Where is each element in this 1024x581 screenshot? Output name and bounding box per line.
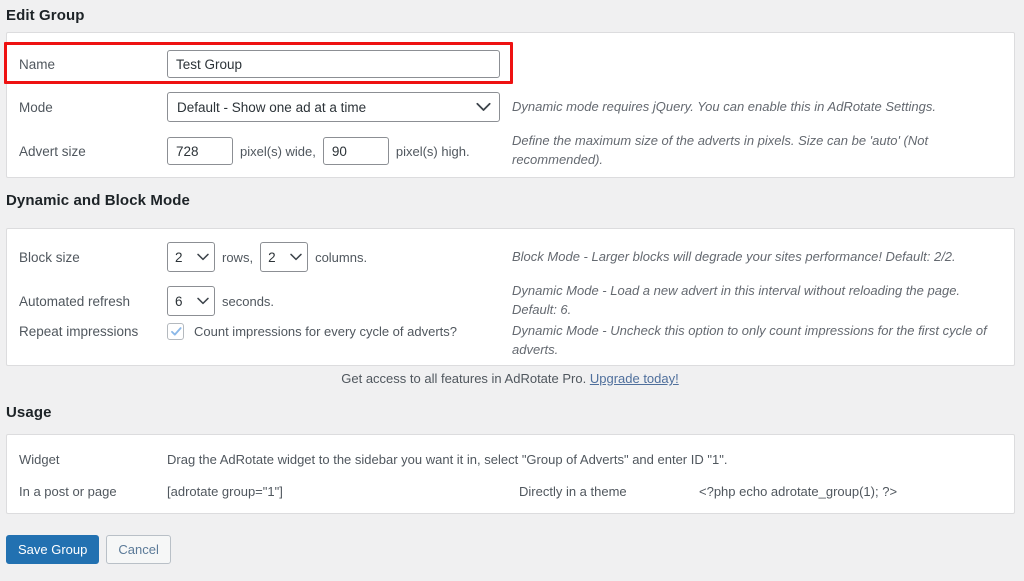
repeat-impressions-checkbox[interactable] xyxy=(167,323,184,340)
block-rows-unit-label: rows, xyxy=(222,249,254,265)
page-title: Edit Group xyxy=(6,7,85,24)
automated-refresh-row: Automated refresh 6 seconds. Dynamic Mod… xyxy=(7,281,1014,321)
general-settings-panel: Name Mode Default - Show one ad at a tim… xyxy=(6,32,1015,178)
dynamic-block-mode-panel: Block size 2 rows, 2 columns. Block Mode… xyxy=(6,228,1015,366)
automated-refresh-select[interactable]: 6 xyxy=(167,286,215,316)
save-group-button[interactable]: Save Group xyxy=(6,535,100,564)
automated-refresh-field-wrap: 6 seconds. xyxy=(167,286,512,316)
name-label: Name xyxy=(19,56,56,72)
usage-widget-row: Widget Drag the AdRotate widget to the s… xyxy=(7,446,1014,472)
automated-refresh-unit-label: seconds. xyxy=(222,293,275,309)
advert-size-description: Define the maximum size of the adverts i… xyxy=(512,133,929,167)
mode-label: Mode xyxy=(19,99,53,115)
advert-height-unit-label: pixel(s) high. xyxy=(395,143,470,159)
dynamic-block-mode-heading: Dynamic and Block Mode xyxy=(6,192,190,209)
advert-height-input[interactable] xyxy=(322,137,389,165)
block-size-description: Block Mode - Larger blocks will degrade … xyxy=(512,248,956,264)
upgrade-notice-text: Get access to all features in AdRotate P… xyxy=(341,371,587,386)
repeat-impressions-label: Repeat impressions xyxy=(19,324,139,339)
automated-refresh-description: Dynamic Mode - Load a new advert in this… xyxy=(512,283,961,317)
advert-size-field-wrap: pixel(s) wide, pixel(s) high. xyxy=(167,137,512,165)
automated-refresh-select-wrap: 6 xyxy=(167,286,215,316)
usage-shortcode-row: In a post or page [adrotate group="1"] D… xyxy=(7,478,1014,504)
block-size-label: Block size xyxy=(19,249,80,265)
advert-width-input[interactable] xyxy=(167,137,233,165)
name-row: Name xyxy=(7,44,1014,84)
advert-size-row: Advert size pixel(s) wide, pixel(s) high… xyxy=(7,131,1014,171)
usage-post-or-page-label: In a post or page xyxy=(19,483,117,499)
block-columns-unit-label: columns. xyxy=(315,249,368,265)
mode-description: Dynamic mode requires jQuery. You can en… xyxy=(512,98,936,114)
checkmark-icon xyxy=(171,327,182,336)
block-columns-select[interactable]: 2 xyxy=(260,242,309,272)
repeat-impressions-field-wrap: Count impressions for every cycle of adv… xyxy=(167,321,512,340)
repeat-impressions-checkbox-row[interactable]: Count impressions for every cycle of adv… xyxy=(167,323,457,340)
mode-row: Mode Default - Show one ad at a time Dyn… xyxy=(7,87,1014,127)
usage-theme-value: <?php echo adrotate_group(1); ?> xyxy=(699,483,898,499)
repeat-impressions-description: Dynamic Mode - Uncheck this option to on… xyxy=(512,323,987,357)
mode-select-wrap: Default - Show one ad at a time xyxy=(167,92,500,122)
block-rows-select[interactable]: 2 xyxy=(167,242,215,272)
name-field-wrap xyxy=(167,50,512,78)
upgrade-notice: Get access to all features in AdRotate P… xyxy=(0,371,1020,386)
adrotate-edit-group-page: Edit Group Name Mode Default - Show one … xyxy=(0,0,1024,581)
usage-theme-label: Directly in a theme xyxy=(519,483,627,499)
usage-widget-label: Widget xyxy=(19,451,60,467)
usage-panel: Widget Drag the AdRotate widget to the s… xyxy=(6,434,1015,514)
automated-refresh-label: Automated refresh xyxy=(19,293,131,309)
upgrade-today-link[interactable]: Upgrade today! xyxy=(590,371,679,386)
repeat-impressions-checkbox-label: Count impressions for every cycle of adv… xyxy=(194,324,457,339)
usage-post-or-page-value: [adrotate group="1"] xyxy=(167,483,283,499)
usage-heading: Usage xyxy=(6,404,52,421)
block-columns-select-wrap: 2 xyxy=(260,242,309,272)
repeat-impressions-row: Repeat impressions Count impressions for… xyxy=(7,321,1014,365)
block-size-row: Block size 2 rows, 2 columns. Block Mode… xyxy=(7,237,1014,277)
block-rows-select-wrap: 2 xyxy=(167,242,215,272)
form-actions: Save Group Cancel xyxy=(6,535,171,564)
block-size-field-wrap: 2 rows, 2 columns. xyxy=(167,242,512,272)
usage-widget-value: Drag the AdRotate widget to the sidebar … xyxy=(167,451,728,467)
advert-size-label: Advert size xyxy=(19,143,86,159)
cancel-button[interactable]: Cancel xyxy=(106,535,171,564)
mode-select[interactable]: Default - Show one ad at a time xyxy=(167,92,500,122)
group-name-input[interactable] xyxy=(167,50,500,78)
mode-field-wrap: Default - Show one ad at a time xyxy=(167,92,512,122)
advert-width-unit-label: pixel(s) wide, xyxy=(240,143,316,159)
